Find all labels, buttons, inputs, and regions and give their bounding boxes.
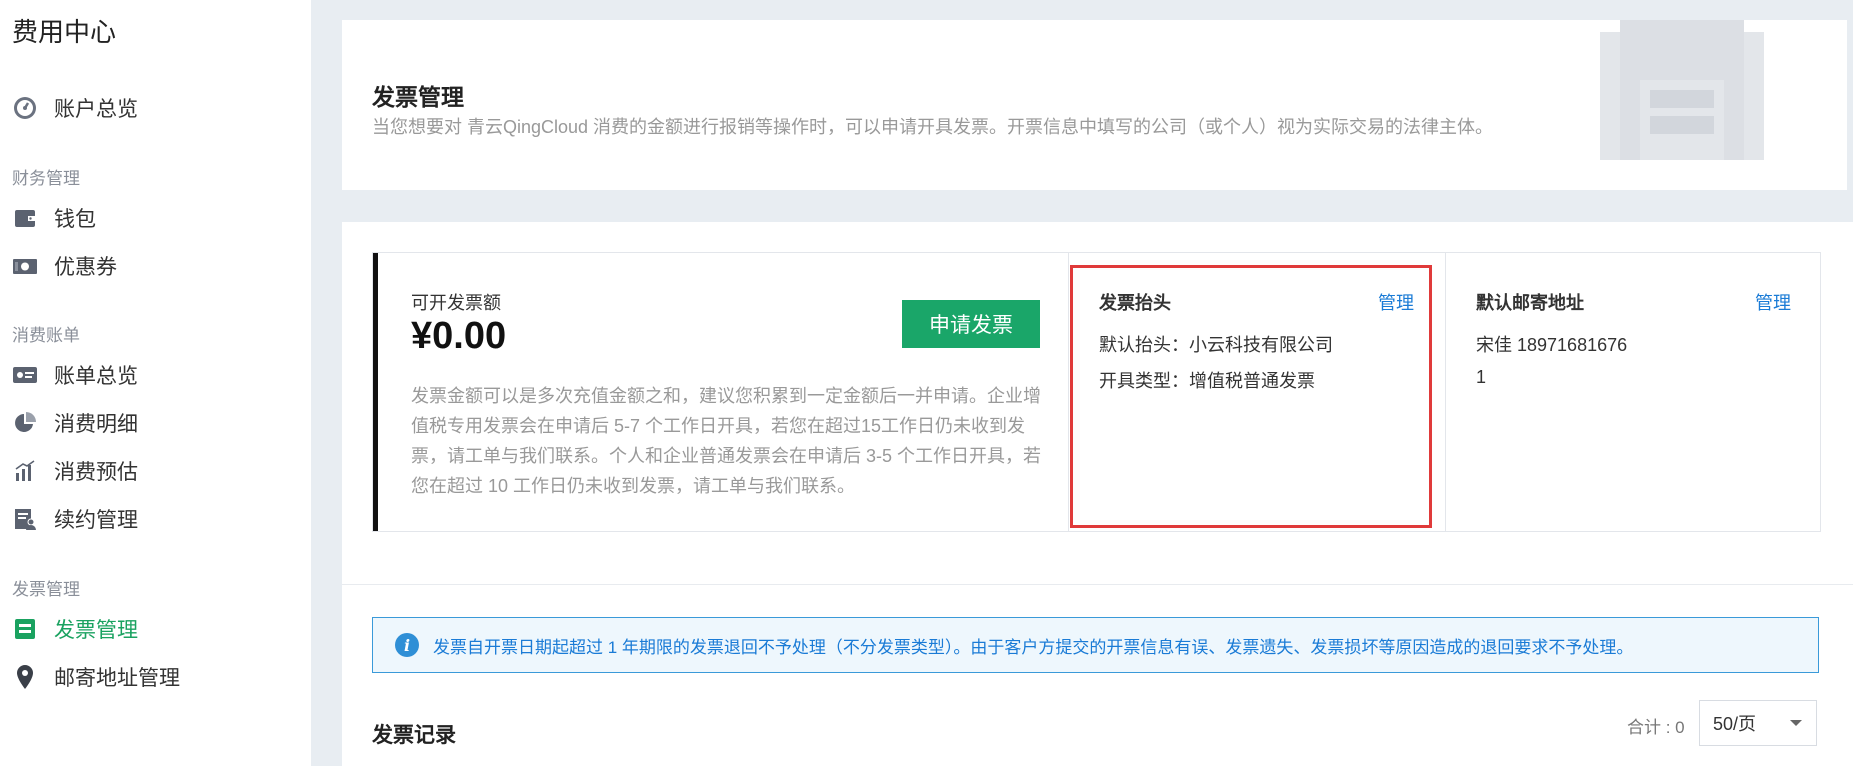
page-size-select[interactable]: 50/页 (1699, 700, 1817, 746)
manage-mailing-address-link[interactable]: 管理 (1755, 289, 1791, 315)
sidebar-item-consumption-estimate[interactable]: 消费预估 (12, 451, 302, 491)
sidebar-item-consumption-detail[interactable]: 消费明细 (12, 403, 302, 443)
sidebar-item-label: 账户总览 (54, 98, 138, 121)
mailing-address-title: 默认邮寄地址 (1476, 293, 1584, 313)
page-header-panel: 发票管理 当您想要对 青云QingCloud 消费的金额进行报销等操作时，可以申… (342, 20, 1847, 190)
sidebar-group-billing: 消费账单 (12, 326, 80, 345)
sidebar-item-label: 续约管理 (54, 509, 138, 532)
invoice-header-card: 发票抬头 管理 默认抬头：小云科技有限公司 开具类型：增值税普通发票 (1069, 253, 1446, 531)
pie-chart-icon (12, 410, 38, 436)
apply-invoice-button[interactable]: 申请发票 (902, 300, 1040, 348)
bar-chart-icon (12, 458, 38, 484)
invoice-header-title: 发票抬头 (1099, 293, 1171, 313)
sidebar-item-label: 发票管理 (54, 619, 138, 642)
sidebar: 费用中心 账户总览 财务管理 钱包 优惠券 消费账单 账单总览 消费明细 消费预… (0, 0, 311, 766)
sidebar-item-mailing-address[interactable]: 邮寄地址管理 (12, 657, 302, 697)
invoice-summary-cards: 可开发票额 ¥0.00 申请发票 发票金额可以是多次充值金额之和，建议您积累到一… (372, 252, 1821, 532)
location-pin-icon (12, 664, 38, 690)
gauge-icon (12, 95, 38, 121)
sidebar-item-label: 邮寄地址管理 (54, 667, 180, 690)
sidebar-item-invoice-management[interactable]: 发票管理 (12, 609, 302, 649)
info-icon: i (395, 633, 419, 657)
chevron-down-icon (1790, 720, 1802, 726)
bill-card-icon (12, 362, 38, 388)
address-text: 1 (1476, 367, 1487, 387)
invoiceable-amount-card: 可开发票额 ¥0.00 申请发票 发票金额可以是多次充值金额之和，建议您积累到一… (373, 253, 1069, 531)
ticket-icon (12, 253, 38, 279)
invoice-type-text: 开具类型：增值税普通发票 (1099, 371, 1315, 391)
mailing-address-card: 默认邮寄地址 管理 宋佳 18971681676 1 (1446, 253, 1820, 531)
records-total: 合计 : 0 (1627, 718, 1685, 737)
invoice-printer-icon (12, 616, 38, 642)
invoiceable-amount-label: 可开发票额 (411, 293, 501, 313)
section-divider (342, 584, 1853, 585)
page-size-value: 50/页 (1713, 714, 1757, 734)
app-title: 费用中心 (12, 17, 117, 47)
sidebar-item-label: 优惠券 (54, 256, 117, 279)
sidebar-item-label: 账单总览 (54, 365, 138, 388)
invoice-records-title: 发票记录 (372, 724, 456, 747)
contact-text: 宋佳 18971681676 (1476, 335, 1628, 355)
sidebar-group-finance: 财务管理 (12, 169, 80, 188)
sidebar-group-invoice: 发票管理 (12, 580, 80, 599)
alert-text: 发票自开票日期起超过 1 年期限的发票退回不予处理（不分发票类型）。由于客户方提… (433, 637, 1634, 657)
document-user-icon (12, 506, 38, 532)
main-panel: 可开发票额 ¥0.00 申请发票 发票金额可以是多次充值金额之和，建议您积累到一… (342, 222, 1853, 766)
sidebar-item-bill-overview[interactable]: 账单总览 (12, 355, 302, 395)
manage-invoice-header-link[interactable]: 管理 (1378, 289, 1414, 315)
invoice-notice-alert: i 发票自开票日期起超过 1 年期限的发票退回不予处理（不分发票类型）。由于客户… (372, 617, 1819, 673)
invoiceable-amount-value: ¥0.00 (411, 315, 507, 357)
invoice-printer-illustration-icon (1600, 20, 1764, 160)
page-title: 发票管理 (372, 84, 464, 110)
sidebar-item-label: 消费预估 (54, 461, 138, 484)
sidebar-item-label: 钱包 (54, 208, 96, 231)
invoice-amount-note: 发票金额可以是多次充值金额之和，建议您积累到一定金额后一并申请。企业增值税专用发… (411, 386, 1042, 496)
sidebar-item-renewal[interactable]: 续约管理 (12, 499, 302, 539)
sidebar-item-account-overview[interactable]: 账户总览 (12, 88, 302, 128)
sidebar-item-wallet[interactable]: 钱包 (12, 198, 302, 238)
sidebar-item-label: 消费明细 (54, 413, 138, 436)
sidebar-item-coupons[interactable]: 优惠券 (12, 246, 302, 286)
wallet-icon (12, 205, 38, 231)
default-header-text: 默认抬头：小云科技有限公司 (1099, 335, 1333, 355)
